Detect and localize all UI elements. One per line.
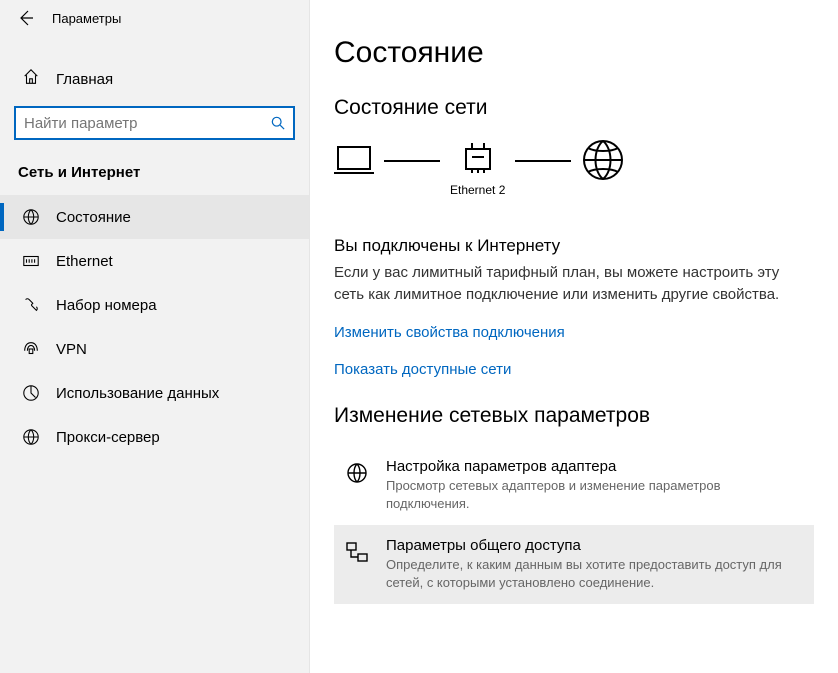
network-diagram: Ethernet 2 <box>334 138 814 202</box>
nav-item-dialup[interactable]: Набор номера <box>0 283 309 327</box>
diagram-adapter: Ethernet 2 <box>450 143 505 197</box>
link-change-connection-props[interactable]: Изменить свойства подключения <box>334 324 814 341</box>
nav-item-data-usage[interactable]: Использование данных <box>0 371 309 415</box>
change-params-heading: Изменение сетевых параметров <box>334 404 814 428</box>
nav-item-status[interactable]: Состояние <box>0 195 309 239</box>
diagram-line <box>384 160 440 162</box>
search-input[interactable] <box>14 106 295 140</box>
search-icon <box>271 116 285 130</box>
data-usage-icon <box>22 384 40 402</box>
adapter-settings-icon <box>344 460 370 486</box>
connected-heading: Вы подключены к Интернету <box>334 236 814 256</box>
nav-label: Ethernet <box>56 253 113 270</box>
nav-label: Набор номера <box>56 297 157 314</box>
section-heading: Сеть и Интернет <box>0 158 309 195</box>
adapter-label: Ethernet 2 <box>450 183 505 197</box>
search-field[interactable] <box>24 115 271 132</box>
page-title: Состояние <box>334 36 814 70</box>
nav-list: Состояние Ethernet Набор номера VPN Испо… <box>0 195 309 459</box>
link-show-networks[interactable]: Показать доступные сети <box>334 361 814 378</box>
sharing-icon <box>344 539 370 565</box>
window-title: Параметры <box>52 11 121 26</box>
proxy-icon <box>22 428 40 446</box>
pc-icon <box>334 143 374 177</box>
adapter-icon <box>458 143 498 177</box>
diagram-internet <box>581 138 625 202</box>
connected-text: Если у вас лимитный тарифный план, вы мо… <box>334 262 784 306</box>
nav-item-proxy[interactable]: Прокси-сервер <box>0 415 309 459</box>
setting-title: Настройка параметров адаптера <box>386 458 804 475</box>
setting-desc: Определите, к каким данным вы хотите пре… <box>386 556 804 592</box>
diagram-line <box>515 160 571 162</box>
home-label: Главная <box>56 71 113 88</box>
nav-item-vpn[interactable]: VPN <box>0 327 309 371</box>
setting-adapter-options[interactable]: Настройка параметров адаптера Просмотр с… <box>334 446 814 525</box>
setting-sharing-options[interactable]: Параметры общего доступа Определите, к к… <box>334 525 814 604</box>
net-state-heading: Состояние сети <box>334 96 814 120</box>
setting-desc: Просмотр сетевых адаптеров и изменение п… <box>386 477 804 513</box>
status-icon <box>22 208 40 226</box>
globe-icon <box>581 138 625 182</box>
nav-label: VPN <box>56 341 87 358</box>
diagram-pc <box>334 143 374 197</box>
nav-label: Состояние <box>56 209 131 226</box>
setting-title: Параметры общего доступа <box>386 537 804 554</box>
sidebar: Параметры Главная Сеть и Интернет Состоя… <box>0 0 310 673</box>
dialup-icon <box>22 296 40 314</box>
vpn-icon <box>22 340 40 358</box>
nav-item-ethernet[interactable]: Ethernet <box>0 239 309 283</box>
home-nav[interactable]: Главная <box>0 58 309 98</box>
home-icon <box>22 68 40 90</box>
ethernet-icon <box>22 252 40 270</box>
nav-label: Прокси-сервер <box>56 429 160 446</box>
main-content: Состояние Состояние сети Ethernet 2 Вы п… <box>310 0 838 673</box>
titlebar: Параметры <box>0 0 309 36</box>
nav-label: Использование данных <box>56 385 219 402</box>
back-button[interactable] <box>18 10 34 26</box>
